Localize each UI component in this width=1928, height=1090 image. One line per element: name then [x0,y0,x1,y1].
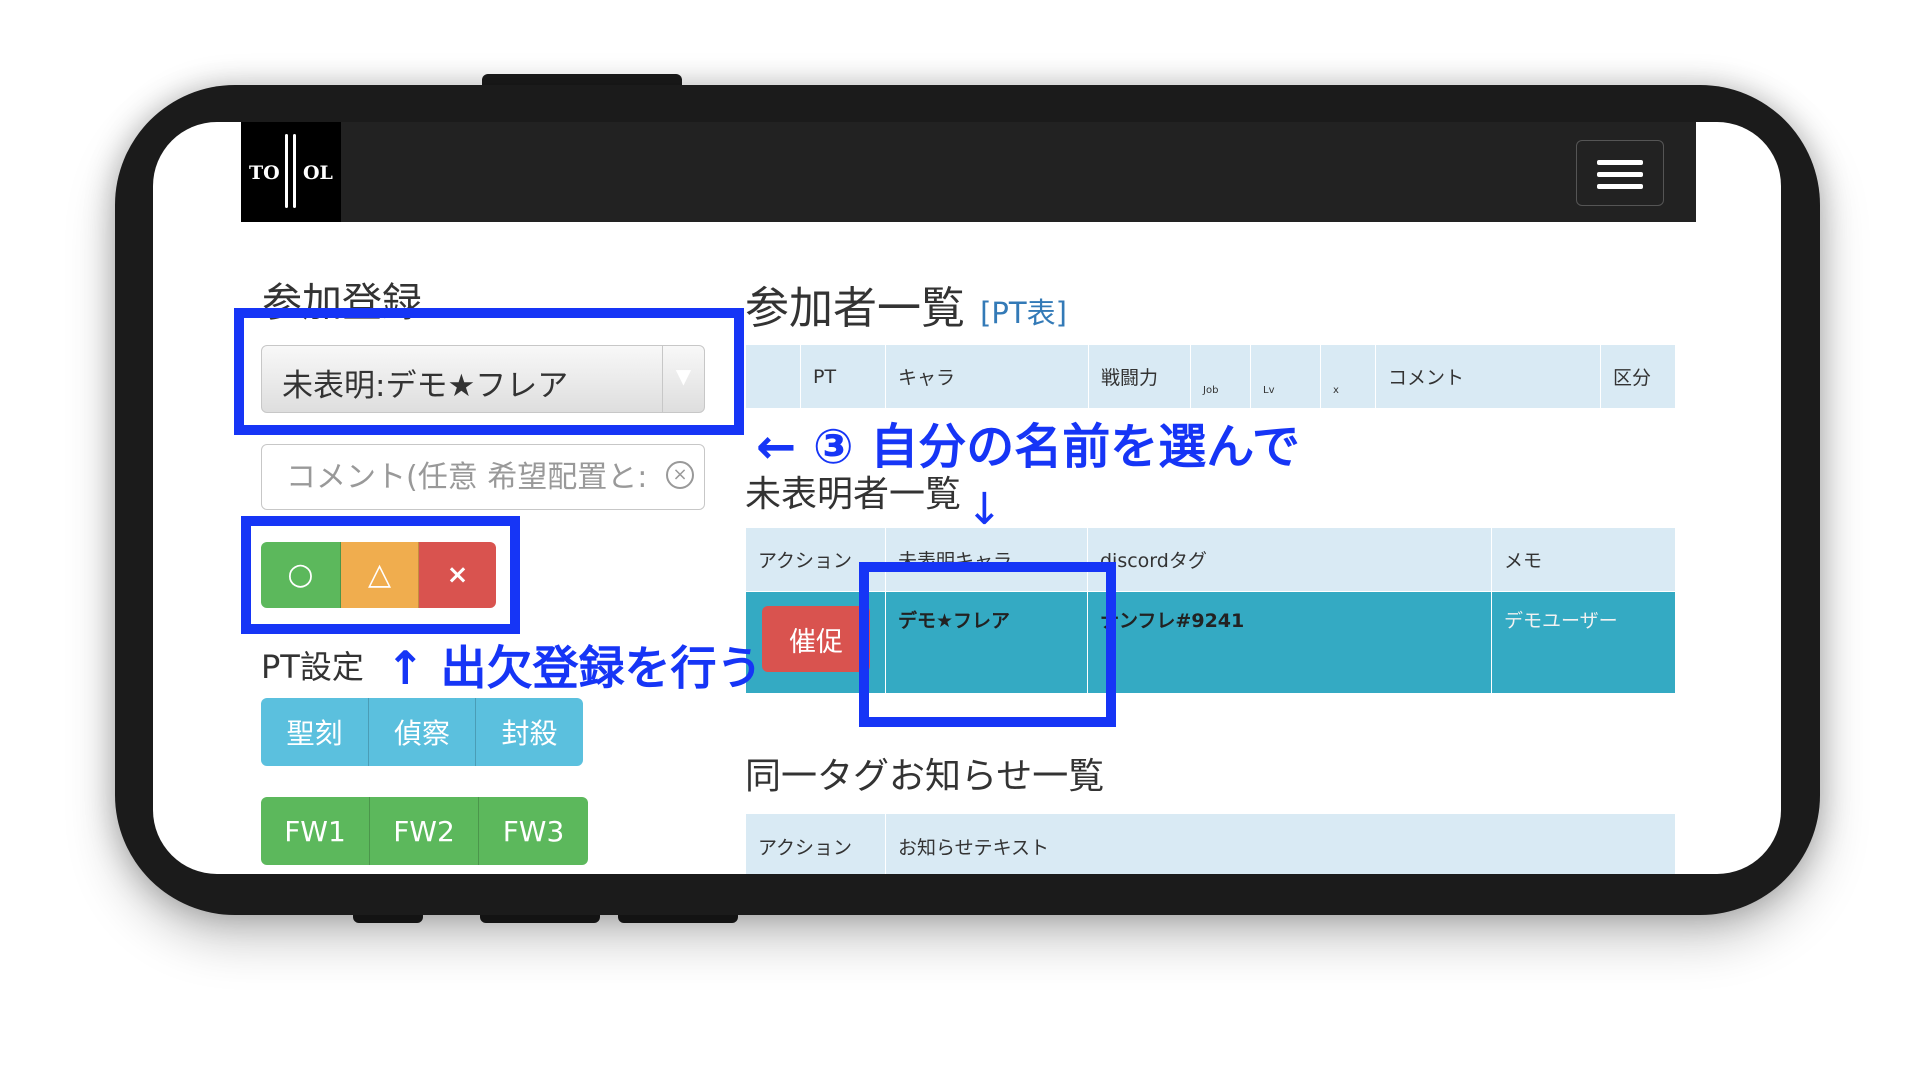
memo-cell: デモユーザー [1491,591,1676,694]
discord-cell: ナンフレ#9241 [1087,591,1492,694]
same-tag-table: アクション お知らせテキスト [745,813,1676,874]
participants-table: PT キャラ 戦闘力 Job Lv x コメント 区分 [745,344,1676,409]
role-button-fuusatsu[interactable]: 封殺 [476,698,583,766]
comment-input[interactable] [286,455,666,499]
site-logo[interactable]: TO OL [241,122,341,222]
role-button-seikoku[interactable]: 聖刻 [261,698,369,766]
discord-tag: ナンフレ#9241 [1100,610,1245,632]
role-button-teisatsu[interactable]: 偵察 [369,698,476,766]
participants-title-row: 参加者一覧 [PT表] [745,272,1067,336]
logo-bar [293,134,296,208]
same-tag-table-header: アクション お知らせテキスト [745,813,1676,874]
table-header-cell: 区分 [1600,344,1676,409]
participants-heading: 参加者一覧 [745,283,965,334]
remind-button[interactable]: 催促 [762,606,870,672]
table-header-cell: アクション [745,813,886,874]
attendance-annotation: ↑ 出欠登録を行う [386,641,763,695]
fw-button-group: FW1 FW2 FW3 [261,797,588,865]
step3-annotation: ← ③ 自分の名前を選んで [756,419,1300,475]
table-header-cell: お知らせテキスト [885,813,1676,874]
participants-table-header: PT キャラ 戦闘力 Job Lv x コメント 区分 [745,344,1676,409]
hamburger-icon-line [1597,160,1643,165]
table-header-cell [745,344,801,409]
table-header-cell: Job [1190,344,1251,409]
logo-bar [285,134,288,208]
fw2-button[interactable]: FW2 [370,797,479,865]
highlight-attendance-box [241,516,520,634]
table-header-cell: discordタグ [1087,527,1492,592]
table-header-cell: 戦闘力 [1088,344,1191,409]
table-header-cell: PT [800,344,886,409]
highlight-select-box [234,308,744,435]
table-header-cell: キャラ [885,344,1089,409]
phone-screen: TO OL 参加登録 未表明:デモ★フレア ▼ × ○ △ × PT設定 聖刻 … [153,122,1781,874]
hamburger-menu-button[interactable] [1576,140,1664,206]
comment-field[interactable]: × [261,444,705,510]
logo-text-left: TO [249,162,280,184]
navbar: TO OL [241,122,1696,222]
pt-settings-heading: PT設定 [261,648,364,686]
role-button-group: 聖刻 偵察 封殺 [261,698,583,766]
hamburger-icon-line [1597,172,1643,177]
clear-icon[interactable]: × [666,461,694,489]
same-tag-heading: 同一タグお知らせ一覧 [745,756,1105,797]
fw1-button[interactable]: FW1 [261,797,370,865]
hamburger-icon-line [1597,184,1643,189]
down-arrow-annotation: ↓ [966,484,1003,535]
logo-text-right: OL [303,162,333,184]
table-header-cell: x [1320,344,1376,409]
table-header-cell: メモ [1491,527,1676,592]
table-header-cell: Lv [1250,344,1321,409]
pt-table-link[interactable]: [PT表] [980,296,1067,330]
fw3-button[interactable]: FW3 [479,797,588,865]
table-header-cell: コメント [1375,344,1601,409]
highlight-character-box [859,562,1116,727]
